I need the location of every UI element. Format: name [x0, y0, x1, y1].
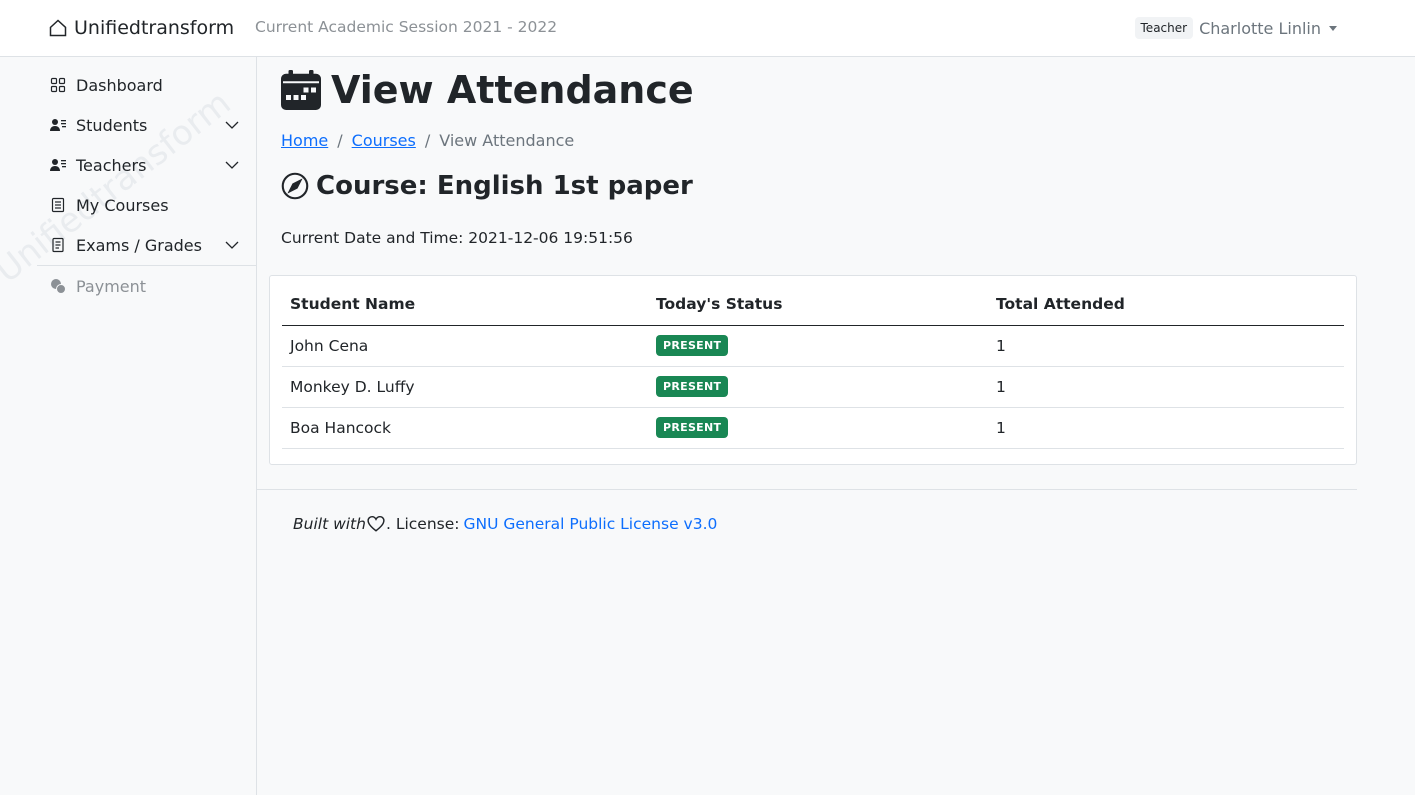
compass-icon [281, 172, 309, 200]
brand-link[interactable]: Unifiedtransform [48, 15, 234, 41]
table-row: Monkey D. Luffy PRESENT 1 [282, 366, 1344, 408]
file-text-icon [52, 237, 64, 253]
table-row: John Cena PRESENT 1 [282, 325, 1344, 367]
chevron-down-icon [225, 121, 239, 129]
breadcrumb-separator: / [337, 131, 343, 150]
user-name: Charlotte Linlin [1199, 18, 1321, 38]
grid-icon [50, 77, 66, 93]
footer: Built with . License: GNU General Public… [293, 515, 717, 533]
user-menu: Teacher Charlotte Linlin [1134, 15, 1337, 41]
table-row: Boa Hancock PRESENT 1 [282, 407, 1344, 449]
total-attended-cell: 1 [988, 407, 1344, 449]
journal-icon [51, 197, 65, 213]
course-title: Course: English 1st paper [281, 170, 693, 202]
brand-name: Unifiedtransform [74, 17, 235, 39]
sidebar-item-label: My Courses [76, 195, 169, 215]
sidebar-item-students[interactable]: Students [50, 110, 248, 140]
built-with-text: Built with [293, 515, 366, 533]
status-badge: PRESENT [656, 417, 729, 438]
house-icon [49, 19, 67, 37]
top-navbar: Unifiedtransform Current Academic Sessio… [0, 0, 1415, 57]
breadcrumb-courses-link[interactable]: Courses [352, 131, 416, 150]
calendar-icon [281, 70, 321, 110]
total-attended-cell: 1 [988, 366, 1344, 408]
student-name-cell: Boa Hancock [282, 407, 648, 449]
course-title-text: Course: English 1st paper [316, 171, 693, 201]
chevron-down-icon [225, 241, 239, 249]
sidebar-item-label: Exams / Grades [76, 235, 202, 255]
attendance-card: Student Name Today's Status Total Attend… [269, 275, 1357, 465]
status-cell: PRESENT [648, 366, 988, 408]
license-prefix: . License: [385, 515, 460, 533]
sidebar-item-exams-grades[interactable]: Exams / Grades [50, 230, 248, 260]
sidebar-divider [37, 265, 256, 266]
current-datetime: Current Date and Time: 2021-12-06 19:51:… [281, 229, 633, 247]
caret-down-icon [1329, 25, 1337, 31]
status-cell: PRESENT [648, 325, 988, 367]
student-name-cell: Monkey D. Luffy [282, 366, 648, 408]
sidebar-item-my-courses[interactable]: My Courses [50, 190, 248, 220]
breadcrumb: Home / Courses / View Attendance [281, 131, 574, 150]
role-badge: Teacher [1134, 17, 1194, 39]
breadcrumb-current: View Attendance [439, 131, 575, 150]
person-lines-icon [50, 119, 66, 131]
sidebar-item-dashboard[interactable]: Dashboard [50, 70, 248, 100]
total-attended-cell: 1 [988, 325, 1344, 367]
heart-icon [367, 515, 385, 532]
page-title: View Attendance [281, 66, 694, 114]
license-link[interactable]: GNU General Public License v3.0 [463, 515, 717, 533]
footer-divider [257, 489, 1357, 490]
status-badge: PRESENT [656, 376, 729, 397]
person-lines-icon [50, 159, 66, 171]
page-title-text: View Attendance [331, 68, 694, 112]
column-header-status: Today's Status [648, 284, 988, 326]
sidebar-item-label: Dashboard [76, 75, 163, 95]
sidebar-item-label: Teachers [76, 155, 147, 175]
coin-icon [51, 279, 66, 294]
sidebar-item-label: Payment [76, 276, 147, 296]
user-dropdown-toggle[interactable]: Charlotte Linlin [1199, 19, 1337, 38]
sidebar: Unifiedtransform Dashboard Students Teac… [0, 57, 257, 795]
sidebar-item-payment[interactable]: Payment [50, 271, 248, 301]
chevron-down-icon [225, 161, 239, 169]
sidebar-item-teachers[interactable]: Teachers [50, 150, 248, 180]
column-header-total-attended: Total Attended [988, 284, 1344, 326]
status-cell: PRESENT [648, 407, 988, 449]
column-header-student-name: Student Name [282, 284, 648, 326]
sidebar-item-label: Students [76, 115, 148, 135]
attendance-table: Student Name Today's Status Total Attend… [282, 284, 1344, 449]
academic-session: Current Academic Session 2021 - 2022 [255, 18, 558, 36]
table-header-row: Student Name Today's Status Total Attend… [282, 284, 1344, 326]
student-name-cell: John Cena [282, 325, 648, 367]
status-badge: PRESENT [656, 335, 729, 356]
breadcrumb-home-link[interactable]: Home [281, 131, 328, 150]
breadcrumb-separator: / [424, 131, 431, 150]
